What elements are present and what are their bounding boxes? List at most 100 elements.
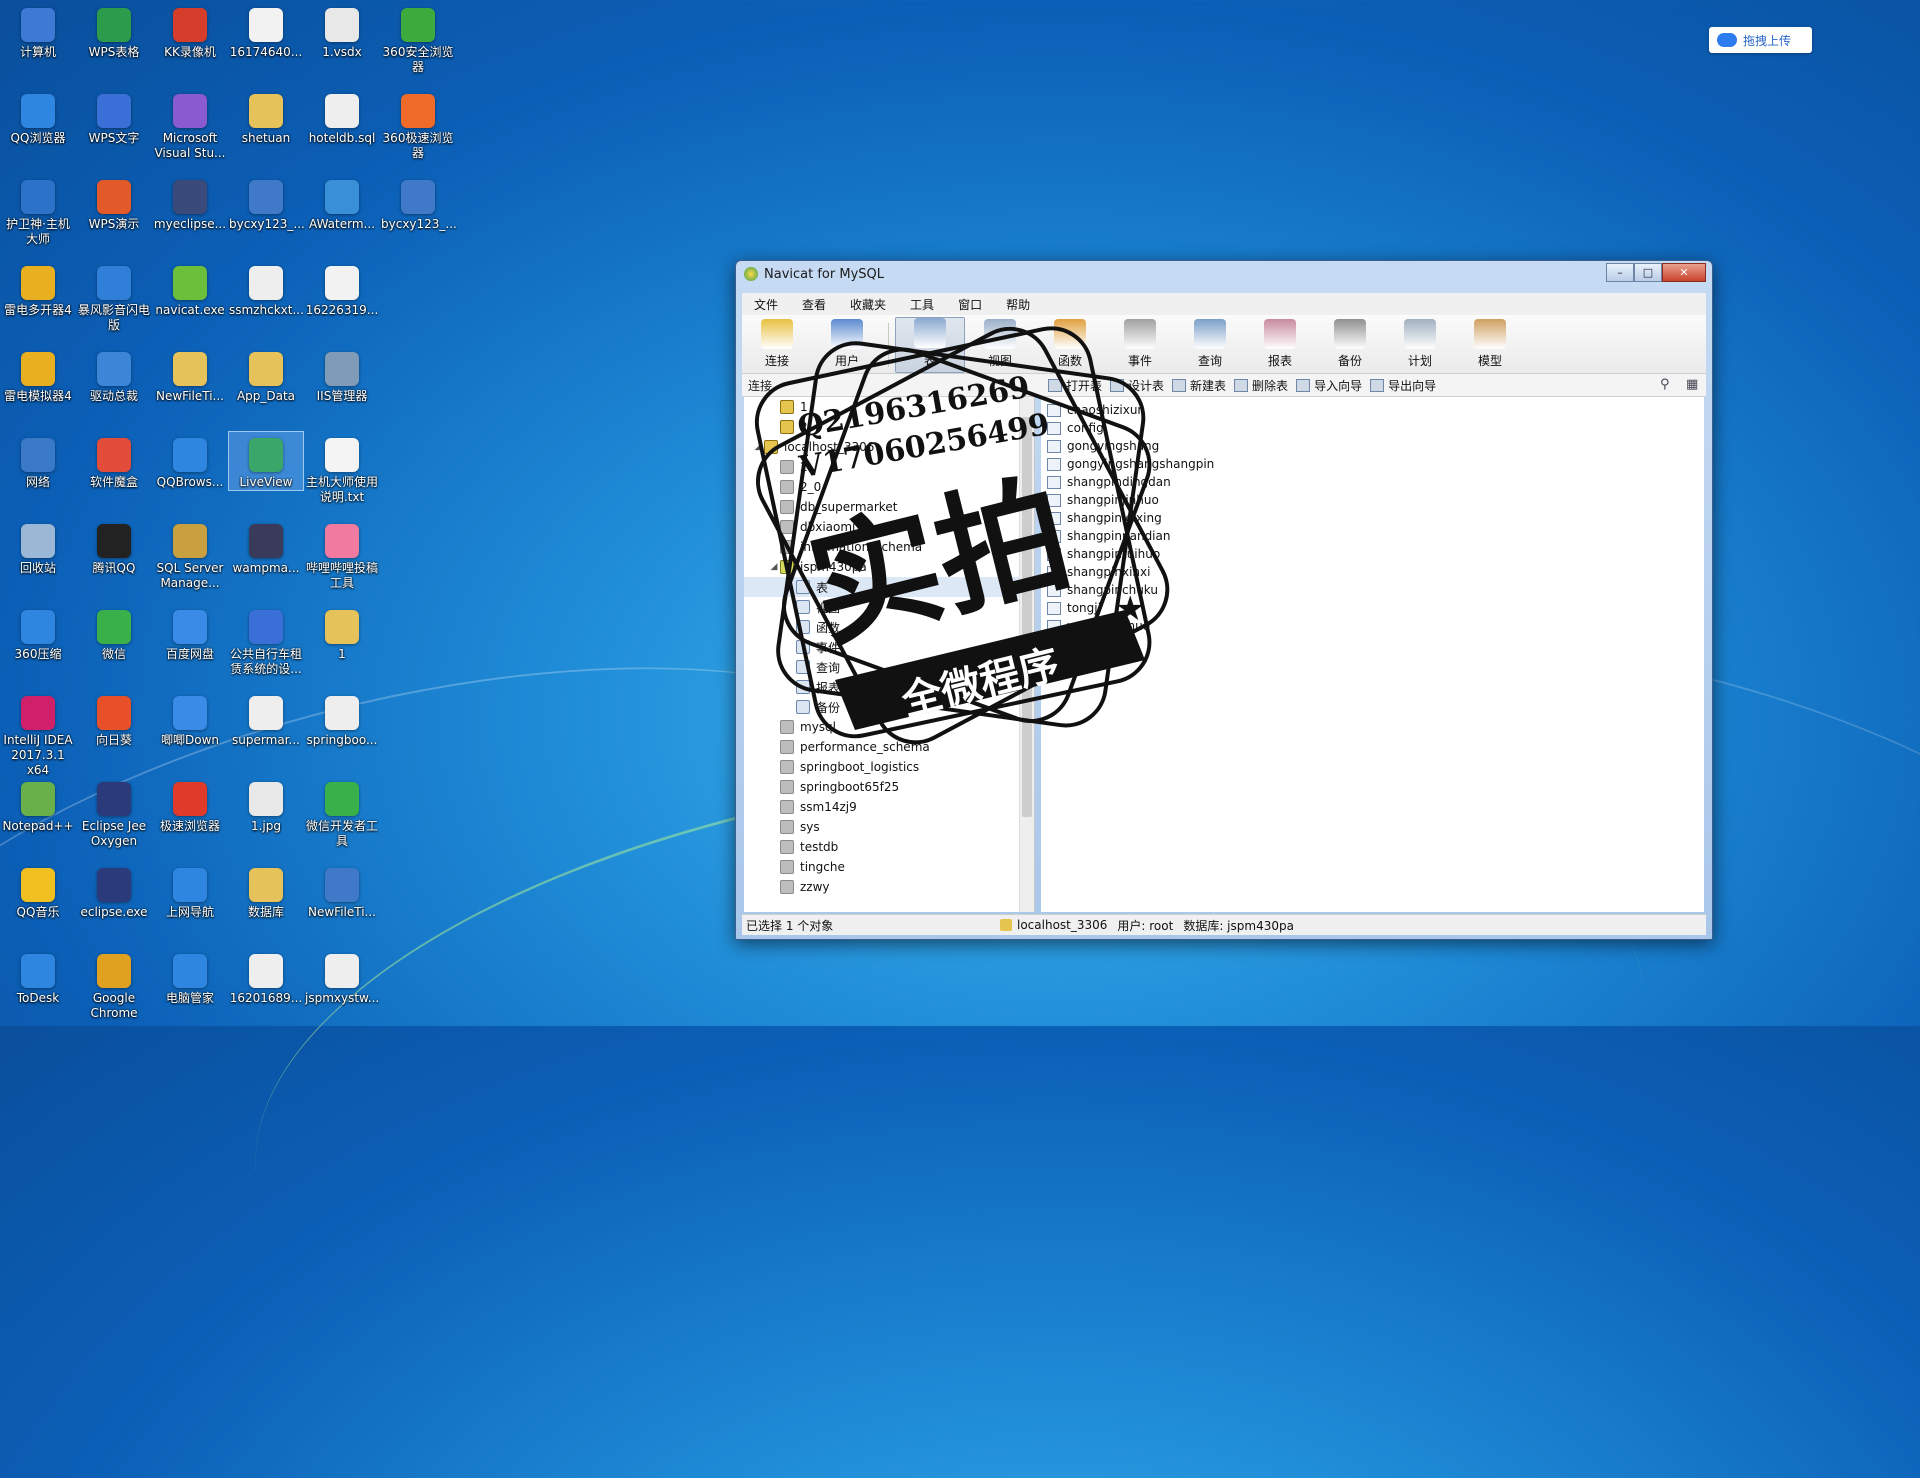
- desktop-icon[interactable]: ssmzhckxt...: [229, 260, 304, 318]
- desktop-icon[interactable]: QQ浏览器: [1, 88, 75, 146]
- tree-node[interactable]: 2_0: [744, 477, 1020, 497]
- desktop-icon[interactable]: 计算机: [1, 2, 75, 60]
- desktop-icon[interactable]: hoteldb.sql: [305, 88, 379, 146]
- tree-node[interactable]: sys: [744, 817, 1020, 837]
- desktop-icon[interactable]: 16174640...: [229, 2, 303, 60]
- desktop-icon[interactable]: navicat.exe: [153, 260, 227, 318]
- desktop-icon[interactable]: 网络: [1, 432, 75, 490]
- desktop-icon[interactable]: 公共自行车租赁系统的设...: [229, 604, 303, 677]
- tree-node[interactable]: ssm14zj9: [744, 797, 1020, 817]
- object-action-button[interactable]: 删除表: [1234, 377, 1288, 394]
- desktop-icon[interactable]: KK录像机: [153, 2, 227, 60]
- desktop-icon[interactable]: 1: [305, 604, 379, 662]
- desktop-icon[interactable]: 向日葵: [77, 690, 151, 748]
- desktop-icon[interactable]: Eclipse Jee Oxygen: [77, 776, 151, 849]
- desktop-icon[interactable]: bycxy123_...: [381, 174, 457, 232]
- table-item[interactable]: shangpinchuku: [1047, 581, 1704, 599]
- tree-node[interactable]: springboot65f25: [744, 777, 1020, 797]
- desktop-icon[interactable]: Notepad++: [1, 776, 75, 834]
- desktop-icon[interactable]: 哔哩哔哩投稿工具: [305, 518, 379, 591]
- desktop-icon[interactable]: 360压缩: [1, 604, 75, 662]
- toolbar-button[interactable]: 函数: [1035, 317, 1105, 373]
- menu-item[interactable]: 收藏夹: [838, 296, 898, 313]
- table-item[interactable]: shangpintuihuo: [1047, 545, 1704, 563]
- desktop-icon[interactable]: Microsoft Visual Stu...: [153, 88, 227, 161]
- desktop-icon[interactable]: 微信: [77, 604, 151, 662]
- minimize-button[interactable]: –: [1606, 263, 1634, 282]
- maximize-button[interactable]: □: [1634, 263, 1662, 282]
- object-action-button[interactable]: 导入向导: [1296, 377, 1362, 394]
- toolbar-button[interactable]: 报表: [1245, 317, 1315, 373]
- toolbar-button[interactable]: 备份: [1315, 317, 1385, 373]
- grid-view-icon[interactable]: ▦: [1686, 378, 1700, 392]
- object-action-button[interactable]: 打开表: [1048, 377, 1102, 394]
- expanded-arrow-icon[interactable]: ◢: [768, 562, 780, 572]
- desktop-icon[interactable]: 雷电多开器4: [1, 260, 75, 318]
- table-item[interactable]: shangpinleixing: [1047, 509, 1704, 527]
- desktop-icon[interactable]: 电脑管家: [153, 948, 227, 1006]
- tree-node[interactable]: 报表: [744, 677, 1020, 697]
- desktop-icon[interactable]: jspmxystw...: [305, 948, 379, 1006]
- tree-node[interactable]: 事件: [744, 637, 1020, 657]
- desktop-icon[interactable]: shetuan: [229, 88, 303, 146]
- desktop-icon[interactable]: wampma...: [229, 518, 303, 576]
- table-item[interactable]: chaoshizixun: [1047, 401, 1704, 419]
- expanded-arrow-icon[interactable]: ◢: [752, 442, 764, 452]
- tree-node[interactable]: ◢ jspm430pa: [744, 557, 1020, 577]
- desktop-icon[interactable]: 软件魔盒: [77, 432, 151, 490]
- table-item[interactable]: tongji: [1047, 599, 1704, 617]
- desktop-icon[interactable]: 护卫神·主机大师: [1, 174, 75, 247]
- desktop-icon[interactable]: 百度网盘: [153, 604, 227, 662]
- tree-node[interactable]: 视图: [744, 597, 1020, 617]
- desktop-icon[interactable]: 回收站: [1, 518, 75, 576]
- menu-item[interactable]: 查看: [790, 296, 838, 313]
- toolbar-button[interactable]: 事件: [1105, 317, 1175, 373]
- desktop-icon[interactable]: QQBrows...: [153, 432, 227, 490]
- desktop-icon[interactable]: 唧唧Down: [153, 690, 227, 748]
- table-item[interactable]: yonghutuihuo: [1047, 617, 1704, 635]
- tree-node[interactable]: 2: [744, 417, 1020, 437]
- tree-node[interactable]: springboot_logistics: [744, 757, 1020, 777]
- tree-node[interactable]: 查询: [744, 657, 1020, 677]
- desktop-icon[interactable]: 数据库: [229, 862, 303, 920]
- desktop-icon[interactable]: NewFileTi...: [153, 346, 227, 404]
- table-item[interactable]: shangpinjinhuo: [1047, 491, 1704, 509]
- toolbar-button[interactable]: 连接: [742, 317, 812, 373]
- tree-node[interactable]: 函数: [744, 617, 1020, 637]
- table-item[interactable]: shangpinxinxi: [1047, 563, 1704, 581]
- tree-node[interactable]: ◢ localhost_3306: [744, 437, 1020, 457]
- title-bar[interactable]: Navicat for MySQL: [736, 261, 1712, 287]
- object-action-button[interactable]: 设计表: [1110, 377, 1164, 394]
- toolbar-button[interactable]: 用户: [812, 317, 882, 373]
- desktop-icon[interactable]: WPS文字: [77, 88, 151, 146]
- tree-node[interactable]: performance_schema: [744, 737, 1020, 757]
- desktop-icon[interactable]: 主机大师使用说明.txt: [305, 432, 379, 505]
- collapsed-arrow-icon[interactable]: ▷: [784, 582, 796, 592]
- scrollbar-thumb[interactable]: [1022, 417, 1032, 817]
- desktop-icon[interactable]: 微信开发者工具: [305, 776, 379, 849]
- tree-scrollbar[interactable]: [1019, 397, 1034, 912]
- desktop-icon[interactable]: 360安全浏览器: [381, 2, 455, 75]
- desktop-icon[interactable]: NewFileTi...: [305, 862, 379, 920]
- menu-item[interactable]: 工具: [898, 296, 946, 313]
- desktop-icon[interactable]: LiveView: [228, 431, 304, 491]
- desktop-icon[interactable]: ToDesk: [1, 948, 75, 1006]
- desktop-icon[interactable]: App_Data: [229, 346, 303, 404]
- desktop-icon[interactable]: QQ音乐: [1, 862, 75, 920]
- desktop-icon[interactable]: 腾讯QQ: [77, 518, 151, 576]
- toolbar-button[interactable]: 计划: [1385, 317, 1455, 373]
- tree-node[interactable]: 2: [744, 457, 1020, 477]
- desktop-icon[interactable]: 360极速浏览器: [381, 88, 455, 161]
- desktop-icon[interactable]: Google Chrome: [77, 948, 151, 1021]
- tree-node[interactable]: 1: [744, 397, 1020, 417]
- tree-node[interactable]: ▷ 表: [744, 577, 1020, 597]
- desktop-icon[interactable]: springboo...: [305, 690, 379, 748]
- desktop-icon[interactable]: 1.jpg: [229, 776, 303, 834]
- desktop-icon[interactable]: 1.vsdx: [305, 2, 379, 60]
- tree-node[interactable]: dbxiaomi: [744, 517, 1020, 537]
- desktop-icon[interactable]: AWaterm...: [305, 174, 379, 232]
- desktop-icon[interactable]: supermar...: [229, 690, 303, 748]
- desktop-icon[interactable]: myeclipse...: [153, 174, 227, 232]
- tree-node[interactable]: zzwy: [744, 877, 1020, 897]
- toolbar-button[interactable]: 视图: [965, 317, 1035, 373]
